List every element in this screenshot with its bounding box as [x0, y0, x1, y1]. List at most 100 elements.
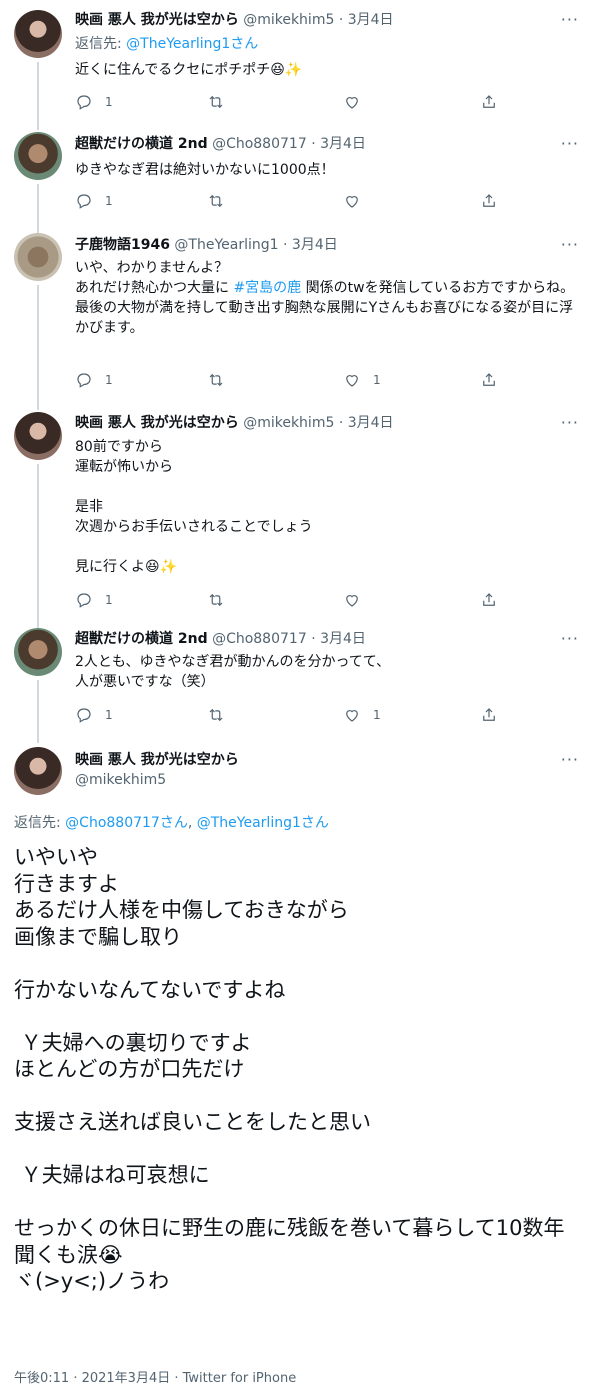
user-handle[interactable]: @mikekhim5: [243, 415, 334, 431]
avatar[interactable]: [14, 10, 62, 58]
timestamp[interactable]: 3月4日: [348, 12, 394, 28]
like-count: 1: [373, 708, 381, 722]
retweet-button[interactable]: [207, 705, 237, 725]
tweet-1[interactable]: 映画 悪人 我が光は空から @mikekhim5 · 3月4日 ··· 返信先:…: [0, 0, 597, 118]
timestamp[interactable]: 3月4日: [320, 631, 366, 647]
tweet-header: 子鹿物語1946 @TheYearling1 · 3月4日: [75, 235, 597, 257]
tweet-2[interactable]: 超獣だけの横道 2nd @Cho880717 · 3月4日 ··· ゆきやなぎ君…: [0, 118, 597, 233]
like-button[interactable]: [343, 92, 373, 112]
separator: ·: [338, 415, 344, 431]
reply-to-line: 返信先: @TheYearling1さん: [75, 34, 258, 54]
tweet-text: ゆきやなぎ君は絶対いかないに1000点！: [75, 162, 335, 178]
user-handle[interactable]: @Cho880717: [212, 631, 307, 647]
tweet-header: 超獣だけの横道 2nd @Cho880717 · 3月4日: [75, 134, 597, 156]
avatar[interactable]: [14, 412, 62, 460]
reply-button[interactable]: 1: [75, 705, 113, 725]
separator: ·: [283, 237, 288, 253]
tweet-text-part: いや、わかりませんよ？ あれだけ熱心かつ大量に: [75, 260, 229, 296]
display-name[interactable]: 映画 悪人 我が光は空から: [75, 12, 239, 28]
thread-line: [37, 464, 39, 628]
display-name[interactable]: 子鹿物語1946: [75, 237, 170, 253]
avatar[interactable]: [14, 132, 62, 180]
separator: ·: [338, 12, 344, 28]
share-button[interactable]: [480, 92, 498, 112]
avatar[interactable]: [14, 628, 62, 676]
timestamp[interactable]: 3月4日: [292, 237, 338, 253]
more-icon[interactable]: ···: [561, 629, 579, 648]
retweet-button[interactable]: [207, 590, 237, 610]
reply-count: 1: [105, 373, 113, 387]
reply-to-label: 返信先:: [75, 36, 127, 52]
retweet-button[interactable]: [207, 92, 237, 112]
like-button[interactable]: 1: [343, 370, 381, 390]
thread-line: [37, 118, 39, 130]
thread-line: [37, 184, 39, 233]
tweet-metadata[interactable]: 午後0:11 · 2021年3月4日 · Twitter for iPhone: [14, 1367, 296, 1386]
tweet-text: 80前ですから 運転が怖いから 是非 次週からお手伝いされることでしょう 見に行…: [75, 439, 313, 575]
like-icon: [346, 375, 358, 387]
retweet-button[interactable]: [207, 370, 237, 390]
display-name[interactable]: 映画 悪人 我が光は空から: [75, 415, 239, 431]
retweet-icon: [209, 708, 223, 722]
more-icon[interactable]: ···: [561, 235, 579, 254]
user-handle[interactable]: @Cho880717: [212, 136, 307, 152]
like-count: 1: [373, 373, 381, 387]
display-name[interactable]: 超獣だけの横道 2nd: [75, 631, 208, 647]
more-icon[interactable]: ···: [561, 413, 579, 432]
display-name[interactable]: 映画 悪人 我が光は空から: [75, 752, 239, 768]
avatar[interactable]: [14, 233, 62, 281]
display-name[interactable]: 超獣だけの横道 2nd: [75, 136, 208, 152]
tweet-5[interactable]: 超獣だけの横道 2nd @Cho880717 · 3月4日 ··· 2人とも、ゆ…: [0, 628, 597, 743]
user-handle[interactable]: @mikekhim5: [75, 772, 166, 788]
tweet-header: 映画 悪人 我が光は空から @mikekhim5 · 3月4日: [75, 10, 597, 32]
share-button[interactable]: [480, 191, 498, 211]
reply-count: 1: [105, 708, 113, 722]
hashtag-link[interactable]: #宮島の鹿: [233, 280, 301, 296]
timestamp[interactable]: 3月4日: [348, 415, 394, 431]
tweet-header: 映画 悪人 我が光は空から @mikekhim5 · 3月4日: [75, 413, 597, 435]
avatar[interactable]: [14, 747, 62, 795]
like-icon: [346, 196, 358, 208]
retweet-button[interactable]: [207, 191, 237, 211]
share-button[interactable]: [480, 370, 498, 390]
more-icon[interactable]: ···: [561, 750, 579, 769]
reply-button[interactable]: 1: [75, 370, 113, 390]
tweet-4[interactable]: 映画 悪人 我が光は空から @mikekhim5 · 3月4日 ··· 80前で…: [0, 410, 597, 628]
reply-icon: [77, 593, 91, 608]
tweet-3[interactable]: 子鹿物語1946 @TheYearling1 · 3月4日 ··· いや、わかり…: [0, 233, 597, 410]
reply-icon: [77, 708, 91, 723]
share-icon: [483, 373, 495, 386]
reply-to-label: 返信先:: [14, 815, 66, 831]
separator: ·: [311, 136, 316, 152]
like-button[interactable]: [343, 191, 373, 211]
retweet-icon: [209, 194, 223, 208]
user-handle[interactable]: @TheYearling1: [174, 237, 278, 253]
retweet-icon: [209, 373, 223, 387]
share-button[interactable]: [480, 590, 498, 610]
more-icon[interactable]: ···: [561, 134, 579, 153]
reply-count: 1: [105, 593, 113, 607]
like-icon: [346, 710, 358, 722]
thread-line: [37, 680, 39, 743]
more-icon[interactable]: ···: [561, 10, 579, 29]
separator: ·: [311, 631, 316, 647]
tweet-header: 映画 悪人 我が光は空から: [75, 750, 239, 770]
timestamp[interactable]: 3月4日: [320, 136, 366, 152]
tweet-actions: 1: [75, 191, 505, 211]
user-handle[interactable]: @mikekhim5: [243, 12, 334, 28]
reply-button[interactable]: 1: [75, 92, 113, 112]
share-icon: [483, 95, 495, 108]
mention-link[interactable]: @TheYearling1さん: [197, 815, 329, 831]
reply-button[interactable]: 1: [75, 191, 113, 211]
mention-link[interactable]: @TheYearling1さん: [126, 36, 258, 52]
share-icon: [483, 194, 495, 207]
like-button[interactable]: 1: [343, 705, 381, 725]
mention-link[interactable]: @Cho880717さん: [65, 815, 188, 831]
tweet-actions: 1: [75, 590, 505, 610]
like-button[interactable]: [343, 590, 373, 610]
reply-button[interactable]: 1: [75, 590, 113, 610]
share-button[interactable]: [480, 705, 498, 725]
tweet-text: 近くに住んでるクセにポチポチ😆✨: [75, 62, 303, 78]
like-icon: [346, 97, 358, 109]
share-icon: [483, 593, 495, 606]
